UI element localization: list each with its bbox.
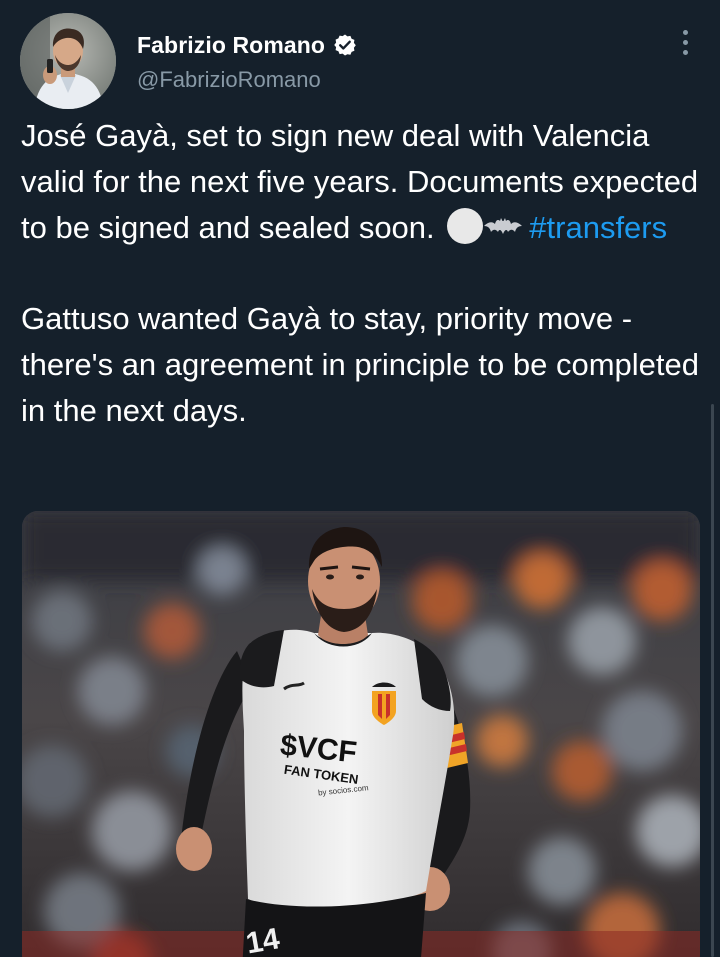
author-name[interactable]: Fabrizio Romano bbox=[137, 32, 325, 59]
tweet-paragraph-1: José Gayà, set to sign new deal with Val… bbox=[21, 113, 701, 251]
more-dot bbox=[682, 29, 688, 35]
more-options-icon[interactable] bbox=[671, 27, 699, 57]
author-name-row[interactable]: Fabrizio Romano bbox=[137, 30, 357, 60]
hashtag-link[interactable]: #transfers bbox=[529, 210, 667, 245]
shirt-number: 14 bbox=[243, 922, 282, 957]
verified-badge-icon bbox=[333, 33, 357, 57]
tweet-paragraph-2: Gattuso wanted Gayà to stay, priority mo… bbox=[21, 301, 699, 428]
player-photo: $VCF FAN TOKEN by socios.com 14 bbox=[22, 511, 700, 957]
tweet-text: José Gayà, set to sign new deal with Val… bbox=[21, 113, 701, 434]
white-circle-icon bbox=[447, 208, 484, 244]
more-dot bbox=[682, 39, 688, 45]
tweet-photo[interactable]: $VCF FAN TOKEN by socios.com 14 bbox=[22, 511, 700, 957]
bat-icon bbox=[484, 218, 523, 234]
avatar-image bbox=[20, 13, 116, 109]
author-handle[interactable]: @FabrizioRomano bbox=[137, 67, 321, 93]
tweet-card: Fabrizio Romano @FabrizioRomano José Gay… bbox=[0, 0, 720, 957]
more-dot bbox=[682, 49, 688, 55]
scrollbar[interactable] bbox=[711, 404, 714, 957]
avatar[interactable] bbox=[20, 13, 116, 109]
